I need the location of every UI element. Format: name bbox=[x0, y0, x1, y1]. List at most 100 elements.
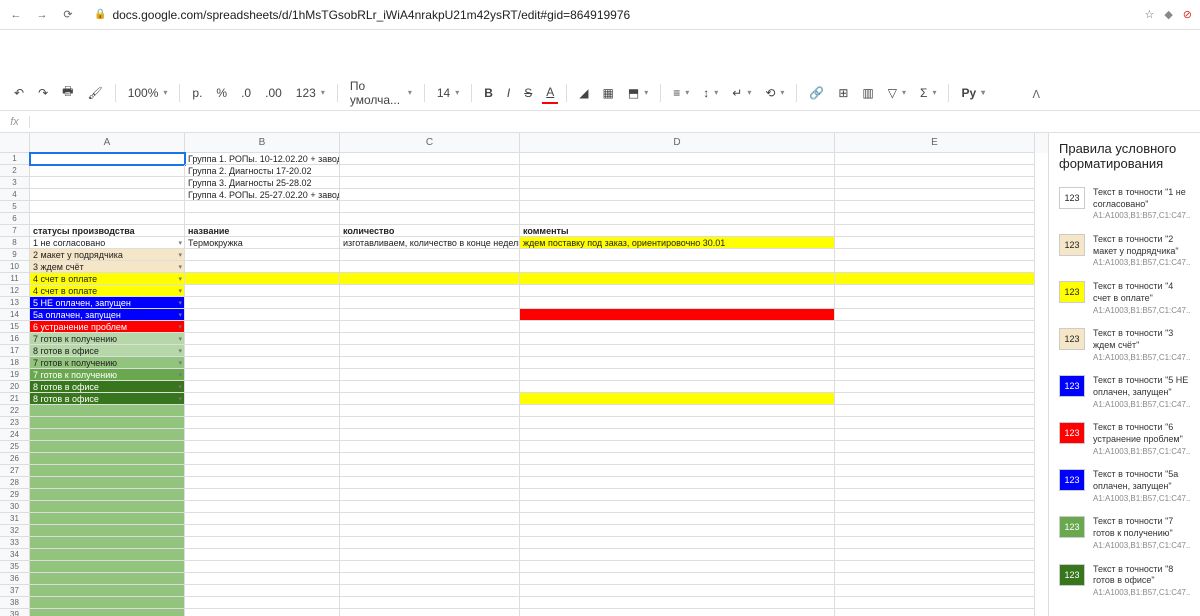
row-header[interactable]: 13 bbox=[0, 297, 30, 309]
merge-icon[interactable]: ⬒ bbox=[624, 83, 652, 103]
cell[interactable] bbox=[520, 525, 835, 537]
cell[interactable]: Группа 3. Диагносты 25-28.02 bbox=[185, 177, 340, 189]
format-rule[interactable]: 123Текст в точности "4 счет в оплате"A1:… bbox=[1049, 275, 1200, 322]
row-header[interactable]: 22 bbox=[0, 405, 30, 417]
cell[interactable] bbox=[340, 489, 520, 501]
cell[interactable] bbox=[30, 201, 185, 213]
cell[interactable] bbox=[340, 417, 520, 429]
cell[interactable] bbox=[520, 381, 835, 393]
cell[interactable] bbox=[835, 225, 1035, 237]
cell[interactable] bbox=[340, 165, 520, 177]
cell[interactable] bbox=[185, 249, 340, 261]
cell[interactable]: 8 готов в офисе bbox=[30, 381, 185, 393]
cell[interactable] bbox=[340, 405, 520, 417]
cell[interactable] bbox=[835, 321, 1035, 333]
currency-btn[interactable]: р. bbox=[188, 83, 206, 103]
cell[interactable] bbox=[835, 573, 1035, 585]
row-header[interactable]: 20 bbox=[0, 381, 30, 393]
cell[interactable] bbox=[835, 189, 1035, 201]
select-all-corner[interactable] bbox=[0, 133, 30, 153]
cell[interactable]: 3 ждем счёт bbox=[30, 261, 185, 273]
cell[interactable] bbox=[30, 177, 185, 189]
row-header[interactable]: 27 bbox=[0, 465, 30, 477]
cell[interactable] bbox=[185, 585, 340, 597]
cell[interactable] bbox=[520, 597, 835, 609]
cell[interactable] bbox=[520, 441, 835, 453]
cell[interactable] bbox=[30, 465, 185, 477]
row-header[interactable]: 35 bbox=[0, 561, 30, 573]
cell[interactable] bbox=[835, 597, 1035, 609]
reload-icon[interactable]: ⟳ bbox=[60, 7, 76, 23]
cell[interactable] bbox=[835, 513, 1035, 525]
cell[interactable] bbox=[520, 609, 835, 616]
row-header[interactable]: 3 bbox=[0, 177, 30, 189]
cell[interactable] bbox=[835, 489, 1035, 501]
cell[interactable] bbox=[340, 477, 520, 489]
cell[interactable] bbox=[185, 333, 340, 345]
strike-btn[interactable]: S bbox=[520, 83, 536, 103]
cell[interactable]: 8 готов в офисе bbox=[30, 345, 185, 357]
cell[interactable] bbox=[340, 297, 520, 309]
comment-icon[interactable]: ⊞ bbox=[834, 83, 852, 103]
block-icon[interactable]: ⊘ bbox=[1183, 8, 1192, 21]
cell[interactable] bbox=[340, 189, 520, 201]
cell[interactable] bbox=[340, 309, 520, 321]
cell[interactable] bbox=[835, 297, 1035, 309]
cell[interactable] bbox=[340, 273, 520, 285]
cell[interactable] bbox=[340, 153, 520, 165]
cell[interactable] bbox=[835, 609, 1035, 616]
row-header[interactable]: 9 bbox=[0, 249, 30, 261]
format-rule[interactable]: 123Текст в точности "5 НЕ оплачен, запущ… bbox=[1049, 369, 1200, 416]
cell[interactable] bbox=[340, 201, 520, 213]
row-header[interactable]: 28 bbox=[0, 477, 30, 489]
cell[interactable] bbox=[185, 261, 340, 273]
cell[interactable] bbox=[185, 357, 340, 369]
cell[interactable] bbox=[835, 249, 1035, 261]
cell[interactable] bbox=[835, 441, 1035, 453]
cell[interactable] bbox=[520, 165, 835, 177]
cell[interactable] bbox=[185, 201, 340, 213]
cell[interactable] bbox=[520, 177, 835, 189]
cell[interactable] bbox=[185, 561, 340, 573]
cell[interactable] bbox=[835, 453, 1035, 465]
row-header[interactable]: 8 bbox=[0, 237, 30, 249]
cell[interactable] bbox=[520, 393, 835, 405]
cell[interactable] bbox=[185, 441, 340, 453]
cell[interactable] bbox=[340, 357, 520, 369]
cell[interactable] bbox=[520, 261, 835, 273]
cell[interactable] bbox=[835, 465, 1035, 477]
cell[interactable]: Группа 4. РОПы. 25-27.02.20 + завод 18.0… bbox=[185, 189, 340, 201]
valign-icon[interactable]: ↕ bbox=[699, 83, 722, 103]
cell[interactable] bbox=[520, 201, 835, 213]
cell[interactable] bbox=[185, 309, 340, 321]
redo-icon[interactable]: ↷ bbox=[34, 83, 52, 103]
percent-btn[interactable]: % bbox=[212, 83, 231, 103]
format-rule[interactable]: 123Текст в точности "7 готов к получению… bbox=[1049, 510, 1200, 557]
cell[interactable] bbox=[520, 561, 835, 573]
cell[interactable] bbox=[520, 189, 835, 201]
cell[interactable]: 1 не согласовано bbox=[30, 237, 185, 249]
cell[interactable] bbox=[185, 381, 340, 393]
cell[interactable] bbox=[30, 537, 185, 549]
cell[interactable] bbox=[340, 465, 520, 477]
cell[interactable] bbox=[30, 489, 185, 501]
cell[interactable] bbox=[30, 417, 185, 429]
row-header[interactable]: 24 bbox=[0, 429, 30, 441]
cell[interactable]: статусы производства bbox=[30, 225, 185, 237]
cell[interactable] bbox=[835, 381, 1035, 393]
cell[interactable] bbox=[520, 501, 835, 513]
cell[interactable] bbox=[185, 513, 340, 525]
row-header[interactable]: 39 bbox=[0, 609, 30, 616]
format-rule[interactable]: 123Текст в точности "5а оплачен, запущен… bbox=[1049, 463, 1200, 510]
row-header[interactable]: 31 bbox=[0, 513, 30, 525]
cell[interactable] bbox=[340, 441, 520, 453]
cell[interactable] bbox=[185, 609, 340, 616]
row-header[interactable]: 19 bbox=[0, 369, 30, 381]
cell[interactable] bbox=[30, 585, 185, 597]
cell[interactable] bbox=[835, 405, 1035, 417]
script-btn[interactable]: Py bbox=[957, 83, 989, 103]
cell[interactable] bbox=[30, 189, 185, 201]
cell[interactable]: 7 готов к получению bbox=[30, 357, 185, 369]
italic-btn[interactable]: I bbox=[503, 83, 514, 103]
cell[interactable] bbox=[340, 381, 520, 393]
